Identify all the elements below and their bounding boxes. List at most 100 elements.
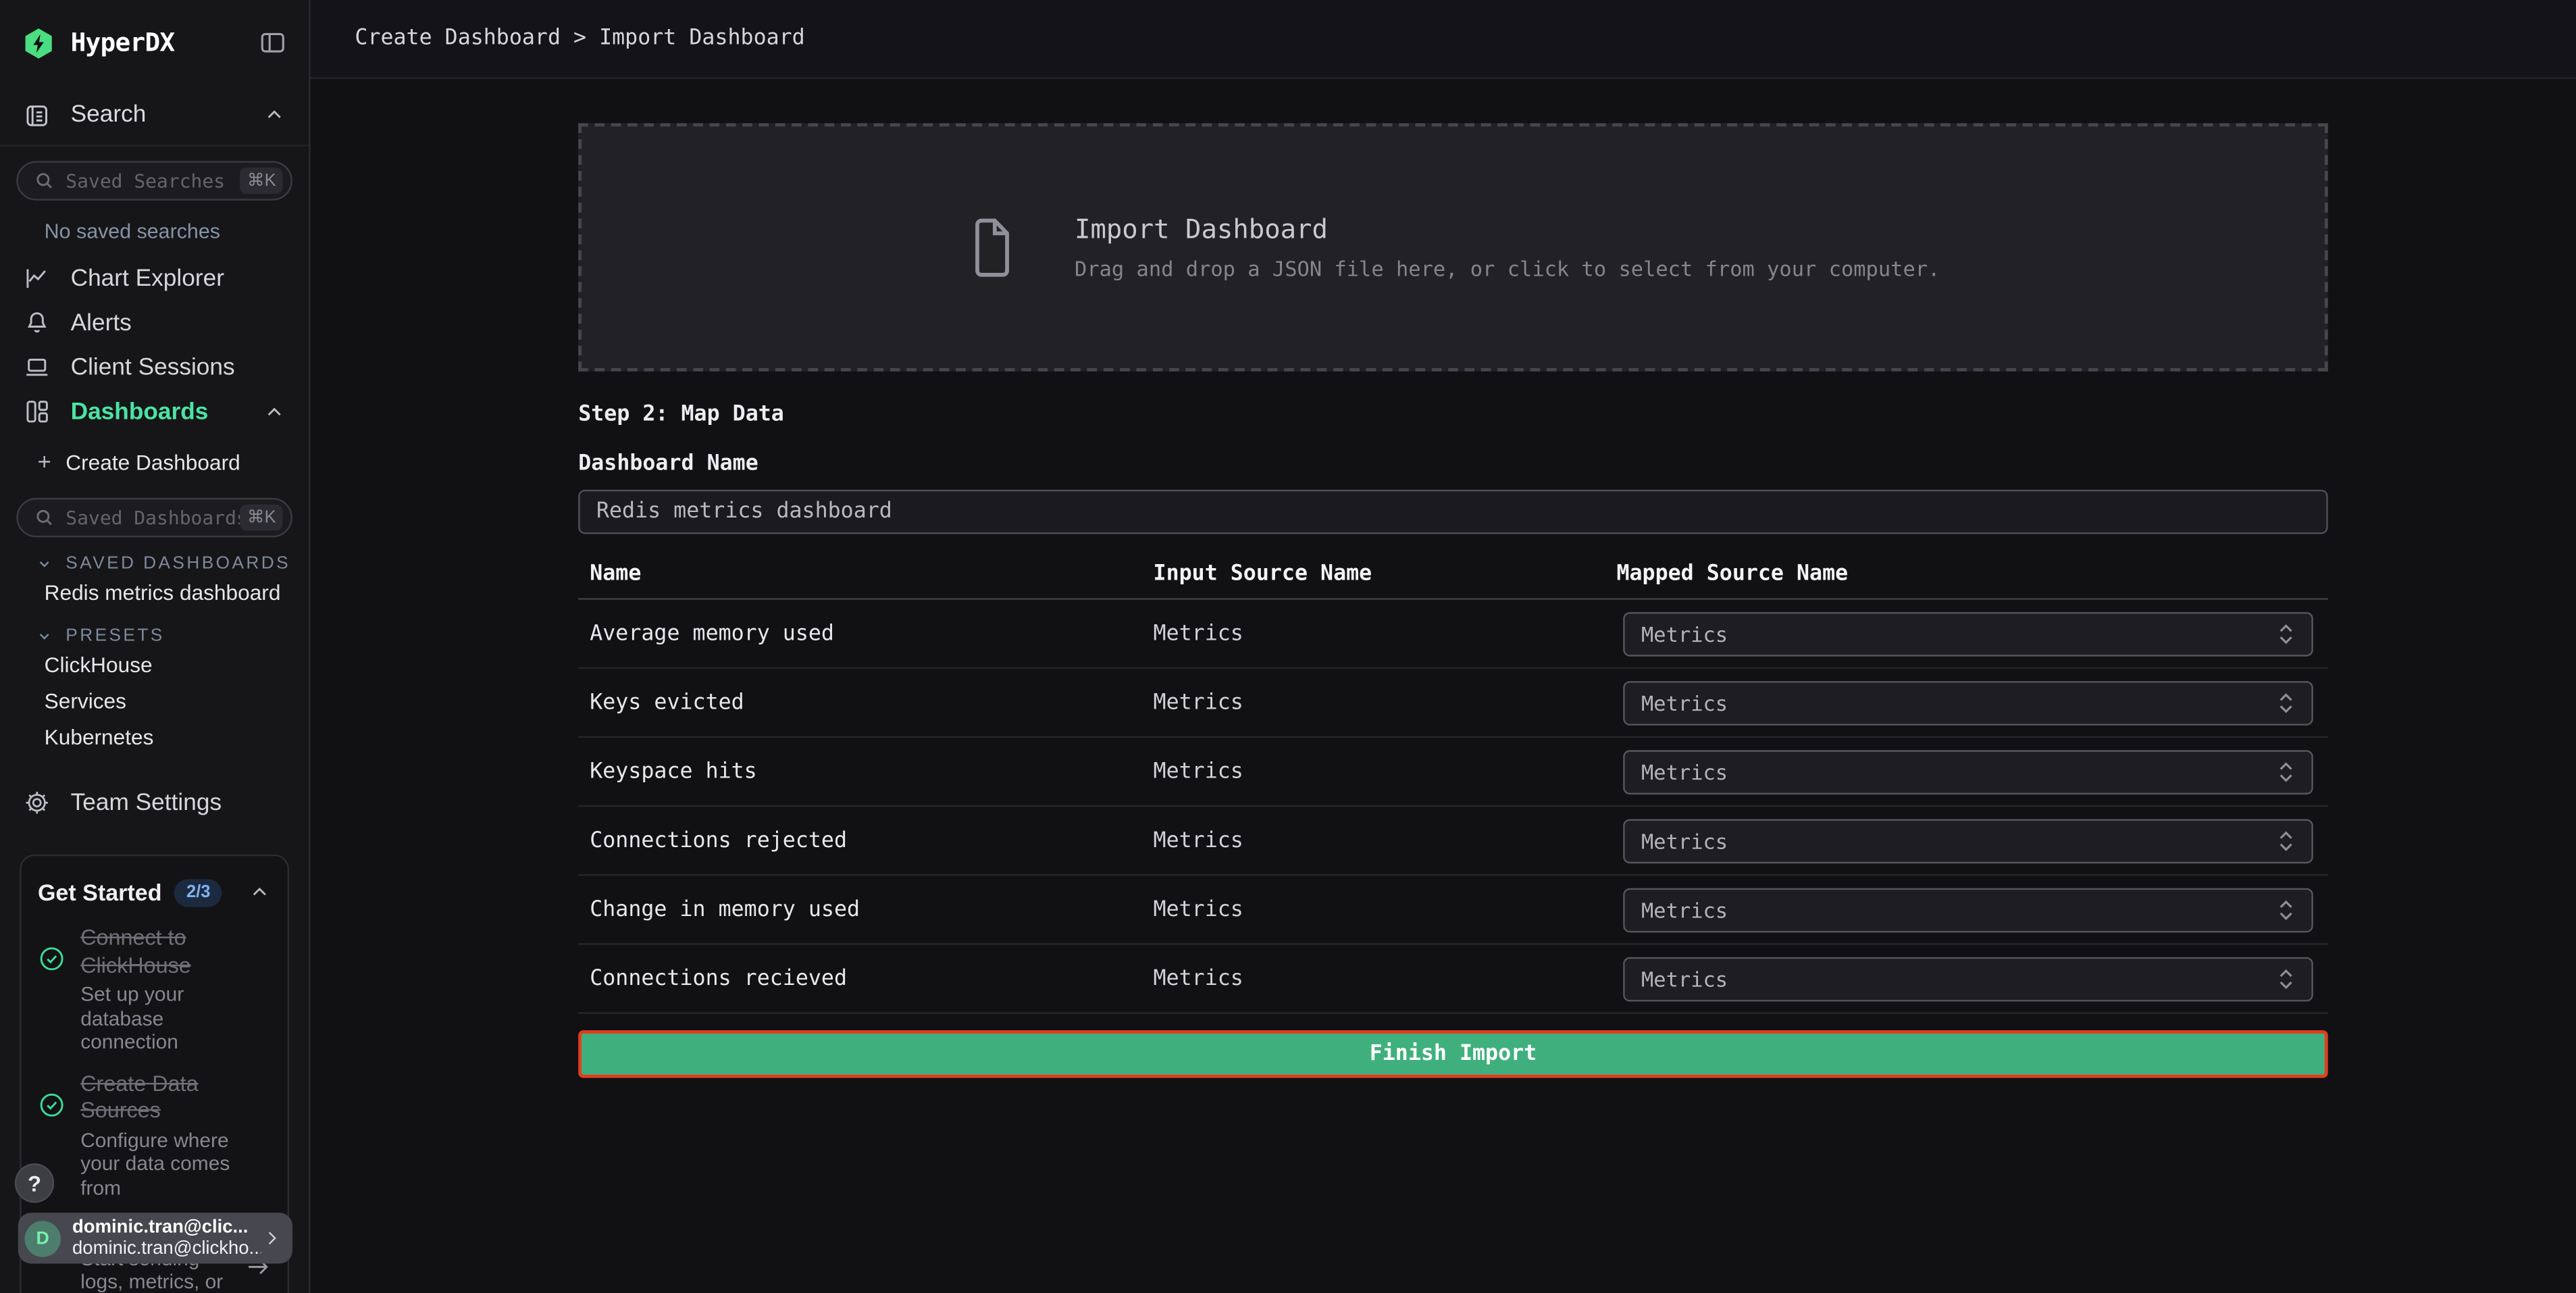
row-input-source: Metrics xyxy=(1154,621,1243,645)
search-icon xyxy=(34,171,54,191)
sidebar-item-redis-dashboard[interactable]: Redis metrics dashboard xyxy=(45,577,309,610)
get-started-progress-badge: 2/3 xyxy=(175,878,222,906)
laptop-icon xyxy=(23,353,51,381)
brand-title: HyperDX xyxy=(71,28,258,57)
table-header: Name Input Source Name Mapped Source Nam… xyxy=(578,562,2328,600)
shortcut-badge: ⌘K xyxy=(240,505,282,531)
select-updown-icon xyxy=(2275,690,2297,715)
presets-group-toggle[interactable]: PRESETS xyxy=(34,626,309,646)
dashboards-icon xyxy=(23,398,51,426)
row-input-source: Metrics xyxy=(1154,966,1243,990)
table-row: Keyspace hits Metrics Metrics xyxy=(578,738,2328,807)
create-dashboard-button[interactable]: Create Dashboard xyxy=(0,440,309,483)
sidebar: HyperDX Search Saved Searches ⌘K No save… xyxy=(0,0,311,1293)
mapped-source-select[interactable]: Metrics xyxy=(1623,611,2313,656)
get-started-step-connect[interactable]: Connect to ClickHouse Set up your databa… xyxy=(38,925,271,1054)
select-updown-icon xyxy=(2275,966,2297,990)
nav-label: Client Sessions xyxy=(71,354,286,380)
bell-icon xyxy=(23,309,51,336)
select-value: Metrics xyxy=(1641,621,2275,645)
row-input-source: Metrics xyxy=(1154,897,1243,921)
row-name: Keys evicted xyxy=(590,690,744,715)
table-row: Average memory used Metrics Metrics xyxy=(578,600,2328,669)
file-icon xyxy=(966,216,1015,278)
sidebar-item-chart-explorer[interactable]: Chart Explorer xyxy=(0,256,309,301)
nav-label: Chart Explorer xyxy=(71,265,286,292)
get-started-title: Get Started xyxy=(38,879,162,905)
sidebar-item-search[interactable]: Search xyxy=(0,85,309,146)
finish-import-button[interactable]: Finish Import xyxy=(578,1030,2328,1078)
get-started-header[interactable]: Get Started 2/3 xyxy=(38,876,271,909)
select-value: Metrics xyxy=(1641,966,2275,990)
search-label: Search xyxy=(71,102,263,128)
help-button[interactable]: ? xyxy=(15,1163,54,1202)
sidebar-item-kubernetes-preset[interactable]: Kubernetes xyxy=(45,721,309,755)
row-input-source: Metrics xyxy=(1154,828,1243,853)
user-name: dominic.tran@clic... xyxy=(72,1217,261,1238)
select-value: Metrics xyxy=(1641,759,2275,784)
select-updown-icon xyxy=(2275,828,2297,853)
nav-label: Dashboards xyxy=(71,399,263,425)
step-title: Create Data Sources xyxy=(80,1071,264,1125)
column-header-name: Name xyxy=(590,562,641,586)
row-name: Change in memory used xyxy=(590,897,860,921)
hyperdx-logo-icon xyxy=(22,26,56,60)
create-dashboard-label: Create Dashboard xyxy=(66,449,240,474)
saved-dashboards-group-toggle[interactable]: SAVED DASHBOARDS xyxy=(34,554,309,574)
table-row: Connections rejected Metrics Metrics xyxy=(578,807,2328,876)
mapped-source-select[interactable]: Metrics xyxy=(1623,957,2313,1001)
saved-searches-placeholder: Saved Searches xyxy=(66,170,240,193)
mapped-source-select[interactable]: Metrics xyxy=(1623,680,2313,725)
topbar: Create Dashboard > Import Dashboard xyxy=(311,0,2576,79)
dropzone-title: Import Dashboard xyxy=(1075,213,1940,245)
group-label-text: PRESETS xyxy=(66,626,164,646)
dashboard-name-input[interactable] xyxy=(578,490,2328,534)
column-header-mapped-source: Mapped Source Name xyxy=(1616,562,1848,586)
get-started-step-data-sources[interactable]: Create Data Sources Configure where your… xyxy=(38,1071,271,1200)
select-value: Metrics xyxy=(1641,828,2275,853)
sidebar-item-client-sessions[interactable]: Client Sessions xyxy=(0,345,309,390)
collapse-sidebar-icon[interactable] xyxy=(258,28,288,57)
sidebar-nav: Chart Explorer Alerts Client Sessions Da… xyxy=(0,256,309,434)
chevron-up-icon xyxy=(263,103,286,126)
chevron-right-icon xyxy=(261,1227,283,1249)
mapped-source-select[interactable]: Metrics xyxy=(1623,818,2313,863)
saved-searches-input[interactable]: Saved Searches ⌘K xyxy=(16,161,292,200)
sidebar-item-clickhouse-preset[interactable]: ClickHouse xyxy=(45,649,309,682)
search-icon xyxy=(34,508,54,528)
check-circle-icon xyxy=(38,945,66,1055)
shortcut-badge: ⌘K xyxy=(240,168,282,194)
team-settings-label: Team Settings xyxy=(71,790,286,816)
user-account-button[interactable]: D dominic.tran@clic... dominic.tran@clic… xyxy=(18,1213,292,1263)
mapped-source-select[interactable]: Metrics xyxy=(1623,887,2313,932)
row-name: Connections recieved xyxy=(590,966,847,990)
step-subtitle: Configure where your data comes from xyxy=(80,1128,264,1200)
saved-dashboards-placeholder: Saved Dashboards xyxy=(66,506,240,529)
saved-dashboards-input[interactable]: Saved Dashboards ⌘K xyxy=(16,498,292,537)
search-section-icon xyxy=(23,101,51,129)
table-row: Connections recieved Metrics Metrics xyxy=(578,945,2328,1014)
logo-row: HyperDX xyxy=(0,0,309,85)
mapped-source-select[interactable]: Metrics xyxy=(1623,749,2313,794)
row-name: Keyspace hits xyxy=(590,759,756,784)
step-subtitle: Set up your database connection xyxy=(80,983,264,1055)
chevron-down-icon xyxy=(34,626,54,646)
select-updown-icon xyxy=(2275,621,2297,645)
select-updown-icon xyxy=(2275,897,2297,921)
sidebar-item-team-settings[interactable]: Team Settings xyxy=(0,780,309,825)
sidebar-item-alerts[interactable]: Alerts xyxy=(0,301,309,345)
user-email: dominic.tran@clickho... xyxy=(72,1238,261,1260)
chevron-down-icon xyxy=(34,554,54,574)
no-saved-searches-text: No saved searches xyxy=(45,220,309,243)
row-name: Average memory used xyxy=(590,621,834,645)
step-2-heading: Step 2: Map Data xyxy=(578,403,2328,427)
app-root: HyperDX Search Saved Searches ⌘K No save… xyxy=(0,0,2576,1293)
step-title: Connect to ClickHouse xyxy=(80,925,264,979)
json-dropzone[interactable]: Import Dashboard Drag and drop a JSON fi… xyxy=(578,123,2328,371)
column-header-input-source: Input Source Name xyxy=(1154,562,1372,586)
sidebar-item-dashboards[interactable]: Dashboards xyxy=(0,389,309,434)
avatar: D xyxy=(24,1220,61,1257)
sidebar-item-services-preset[interactable]: Services xyxy=(45,685,309,718)
group-label-text: SAVED DASHBOARDS xyxy=(66,554,290,574)
table-row: Change in memory used Metrics Metrics xyxy=(578,876,2328,944)
